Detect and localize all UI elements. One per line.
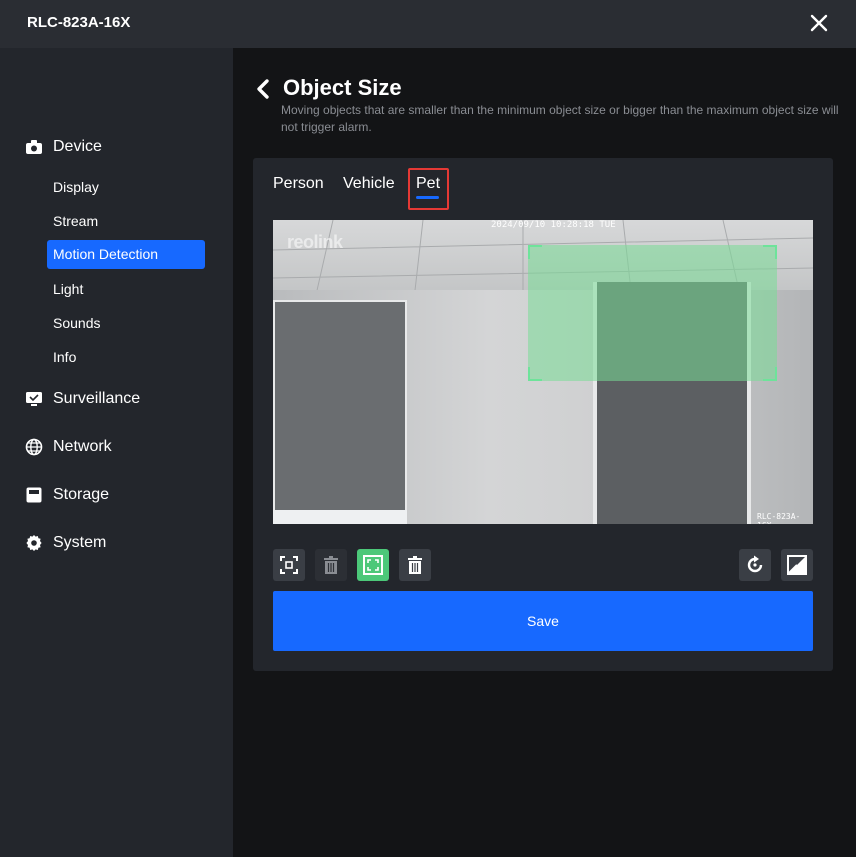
globe-icon bbox=[25, 438, 43, 456]
title-bar: RLC-823A-16X bbox=[0, 0, 856, 48]
select-area-button[interactable] bbox=[273, 549, 305, 581]
close-button[interactable] bbox=[806, 10, 832, 36]
sidebar-group-network[interactable]: Network bbox=[25, 435, 112, 459]
sidebar-group-label: Storage bbox=[53, 486, 110, 503]
storage-icon bbox=[25, 486, 43, 504]
sidebar-item-sounds[interactable]: Sounds bbox=[47, 309, 205, 338]
select-area-icon bbox=[280, 556, 298, 574]
tab-vehicle[interactable]: Vehicle bbox=[343, 175, 395, 193]
back-button[interactable] bbox=[254, 78, 272, 100]
tab-highlight-box bbox=[408, 168, 449, 210]
monitor-icon bbox=[25, 390, 43, 408]
sidebar-group-label: Device bbox=[53, 138, 102, 155]
resize-button[interactable] bbox=[781, 549, 813, 581]
delete-min-button[interactable] bbox=[315, 549, 347, 581]
sidebar-item-stream[interactable]: Stream bbox=[47, 207, 205, 236]
zone-handle-bottom-right[interactable] bbox=[763, 367, 777, 381]
sidebar-group-label: System bbox=[53, 534, 107, 551]
sidebar-group-surveillance[interactable]: Surveillance bbox=[25, 387, 140, 411]
sidebar-item-motion-detection[interactable]: Motion Detection bbox=[47, 240, 205, 269]
zone-handle-top-right[interactable] bbox=[763, 245, 777, 259]
page-title: Object Size bbox=[283, 75, 402, 100]
camera-timestamp: 2024/09/10 10:28:18 TUE bbox=[491, 220, 616, 230]
close-icon bbox=[810, 14, 828, 32]
object-size-zone[interactable] bbox=[528, 245, 777, 381]
chevron-left-icon bbox=[257, 79, 269, 99]
sidebar-group-system[interactable]: System bbox=[25, 531, 106, 555]
camera-icon bbox=[25, 138, 43, 156]
sidebar: Device Display Stream Motion Detection L… bbox=[0, 48, 233, 857]
sidebar-item-info[interactable]: Info bbox=[47, 343, 205, 372]
camera-device-name: RLC-823A-16X bbox=[757, 512, 801, 524]
delete-icon bbox=[324, 556, 338, 574]
save-button[interactable]: Save bbox=[273, 591, 813, 651]
gear-icon bbox=[25, 534, 43, 552]
window-title: RLC-823A-16X bbox=[27, 14, 131, 31]
tab-person[interactable]: Person bbox=[273, 175, 324, 193]
camera-preview[interactable]: 2024/09/10 10:28:18 TUE reolink RLC-823A… bbox=[273, 220, 813, 524]
sidebar-group-device[interactable]: Device bbox=[25, 135, 102, 159]
full-frame-icon bbox=[363, 555, 383, 575]
sidebar-group-label: Surveillance bbox=[53, 390, 141, 407]
sidebar-group-storage[interactable]: Storage bbox=[25, 483, 109, 507]
camera-window bbox=[273, 510, 407, 524]
settings-window: RLC-823A-16X Device Display Stream Motio… bbox=[0, 0, 856, 857]
page-description: Moving objects that are smaller than the… bbox=[281, 103, 839, 134]
camera-blind-left bbox=[273, 300, 407, 512]
zone-handle-bottom-left[interactable] bbox=[528, 367, 542, 381]
delete-icon bbox=[408, 556, 422, 574]
sidebar-item-display[interactable]: Display bbox=[47, 173, 205, 202]
reset-button[interactable] bbox=[739, 549, 771, 581]
delete-max-button[interactable] bbox=[399, 549, 431, 581]
camera-logo: reolink bbox=[287, 232, 343, 252]
zone-handle-top-left[interactable] bbox=[528, 245, 542, 259]
full-frame-button[interactable] bbox=[357, 549, 389, 581]
reset-icon bbox=[747, 555, 763, 573]
resize-icon bbox=[787, 555, 807, 575]
sidebar-item-light[interactable]: Light bbox=[47, 275, 205, 304]
sidebar-group-label: Network bbox=[53, 438, 112, 455]
